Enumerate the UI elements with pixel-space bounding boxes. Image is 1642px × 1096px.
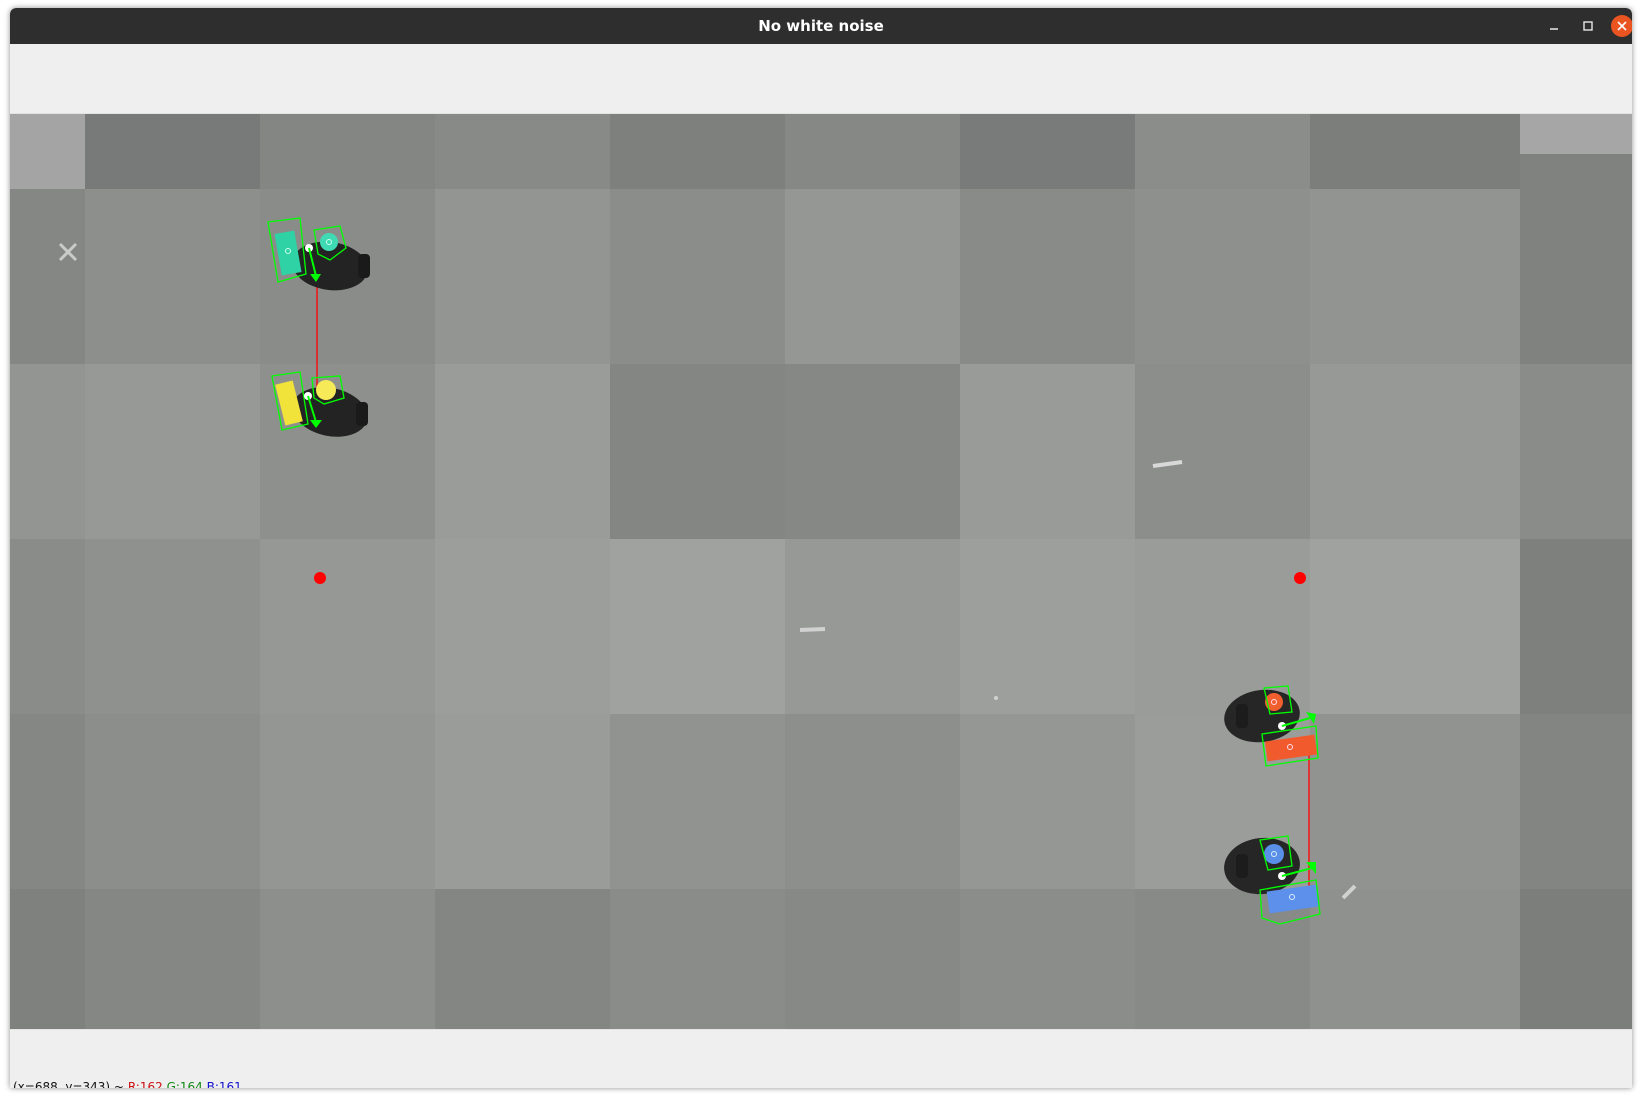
image-canvas[interactable]: [10, 114, 1632, 1029]
target-marker: [314, 572, 326, 584]
close-button[interactable]: [1611, 15, 1632, 37]
status-bar: (x=688, y=343) ~ R:162 G:164 B:161: [10, 1029, 1632, 1088]
minimize-button[interactable]: [1543, 15, 1565, 37]
app-window: No white noise (x=688, y=343) ~ R:162 G:…: [10, 8, 1632, 1088]
target-marker: [1294, 572, 1306, 584]
camera-frame: [10, 114, 1632, 1029]
close-icon: [1617, 21, 1627, 31]
floor-tiles: [10, 114, 1632, 1029]
red-value: R:162: [127, 1080, 163, 1088]
green-value: G:164: [166, 1080, 203, 1088]
toolbar: [10, 44, 1632, 114]
maximize-button[interactable]: [1577, 15, 1599, 37]
pixel-readout: (x=688, y=343) ~ R:162 G:164 B:161: [13, 1080, 242, 1088]
window-title: No white noise: [758, 17, 884, 35]
title-bar[interactable]: No white noise: [10, 8, 1632, 44]
maximize-icon: [1583, 21, 1593, 31]
cursor-coords: (x=688, y=343) ~: [13, 1080, 124, 1088]
blue-value: B:161: [206, 1080, 242, 1088]
minimize-icon: [1550, 28, 1558, 30]
